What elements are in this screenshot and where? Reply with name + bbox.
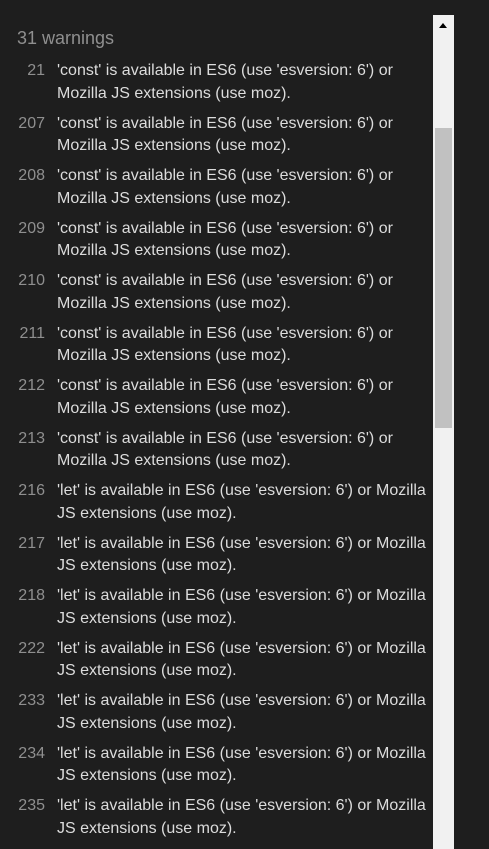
warning-line-number[interactable]: 235: [0, 795, 45, 818]
warning-line-number[interactable]: 207: [0, 113, 45, 136]
warning-line-number[interactable]: 217: [0, 533, 45, 556]
scroll-up-button[interactable]: [433, 15, 454, 35]
warning-item[interactable]: 210 'const' is available in ES6 (use 'es…: [0, 270, 432, 323]
warning-line-number[interactable]: 211: [0, 323, 45, 346]
warning-item[interactable]: 212 'const' is available in ES6 (use 'es…: [0, 375, 432, 428]
warnings-window: 31 warnings 21 'const' is available in E…: [0, 0, 489, 849]
warning-line-number[interactable]: 234: [0, 743, 45, 766]
chevron-up-icon: [439, 23, 447, 28]
vertical-scrollbar[interactable]: [433, 15, 454, 849]
warning-message: 'const' is available in ES6 (use 'esvers…: [57, 114, 393, 155]
warning-message: 'let' is available in ES6 (use 'esversio…: [57, 534, 426, 575]
warning-message: 'let' is available in ES6 (use 'esversio…: [57, 482, 426, 522]
warning-line-number[interactable]: 222: [0, 638, 45, 661]
warning-message: 'let' is available in ES6 (use 'esversio…: [57, 639, 426, 680]
warning-item[interactable]: 234 'let' is available in ES6 (use 'esve…: [0, 743, 432, 796]
warning-line-number[interactable]: 209: [0, 218, 45, 241]
warnings-count-heading: 31 warnings: [17, 28, 115, 48]
warning-message: 'let' is available in ES6 (use 'esversio…: [57, 797, 426, 837]
warning-item[interactable]: 21 'const' is available in ES6 (use 'esv…: [0, 60, 432, 113]
warning-item[interactable]: 211 'const' is available in ES6 (use 'es…: [0, 323, 432, 376]
warning-message: 'const' is available in ES6 (use 'esvers…: [57, 377, 393, 417]
warning-line-number[interactable]: 218: [0, 585, 45, 608]
warning-line-number[interactable]: 210: [0, 270, 45, 293]
scrollbar-thumb[interactable]: [435, 128, 452, 428]
warning-item[interactable]: 208 'const' is available in ES6 (use 'es…: [0, 165, 432, 218]
warning-item[interactable]: 218 'let' is available in ES6 (use 'esve…: [0, 585, 432, 638]
warning-item[interactable]: 217 'let' is available in ES6 (use 'esve…: [0, 533, 432, 586]
warning-item[interactable]: 222 'let' is available in ES6 (use 'esve…: [0, 638, 432, 691]
warning-line-number[interactable]: 212: [0, 375, 45, 398]
warning-line-number[interactable]: 213: [0, 428, 45, 451]
warning-line-number[interactable]: 216: [0, 480, 45, 503]
warning-item[interactable]: 235 'let' is available in ES6 (use 'esve…: [0, 795, 432, 848]
warning-item[interactable]: 207 'const' is available in ES6 (use 'es…: [0, 113, 432, 166]
warnings-panel[interactable]: 31 warnings 21 'const' is available in E…: [0, 0, 432, 849]
warning-item[interactable]: 209 'const' is available in ES6 (use 'es…: [0, 218, 432, 271]
warning-item[interactable]: 213 'const' is available in ES6 (use 'es…: [0, 428, 432, 481]
warning-message: 'const' is available in ES6 (use 'esvers…: [57, 324, 393, 365]
warning-item[interactable]: 216 'let' is available in ES6 (use 'esve…: [0, 480, 432, 533]
warning-message: 'const' is available in ES6 (use 'esvers…: [57, 62, 393, 102]
warning-message: 'const' is available in ES6 (use 'esvers…: [57, 429, 393, 470]
warning-message: 'let' is available in ES6 (use 'esversio…: [57, 744, 426, 785]
warning-line-number[interactable]: 233: [0, 690, 45, 713]
warning-item[interactable]: 233 'let' is available in ES6 (use 'esve…: [0, 690, 432, 743]
warning-line-number[interactable]: 21: [0, 60, 45, 83]
warning-message: 'let' is available in ES6 (use 'esversio…: [57, 692, 426, 732]
warnings-list[interactable]: 21 'const' is available in ES6 (use 'esv…: [0, 60, 432, 848]
warning-message: 'const' is available in ES6 (use 'esvers…: [57, 272, 393, 312]
warning-line-number[interactable]: 208: [0, 165, 45, 188]
warning-message: 'const' is available in ES6 (use 'esvers…: [57, 219, 393, 260]
warning-message: 'const' is available in ES6 (use 'esvers…: [57, 167, 393, 207]
warning-message: 'let' is available in ES6 (use 'esversio…: [57, 587, 426, 627]
